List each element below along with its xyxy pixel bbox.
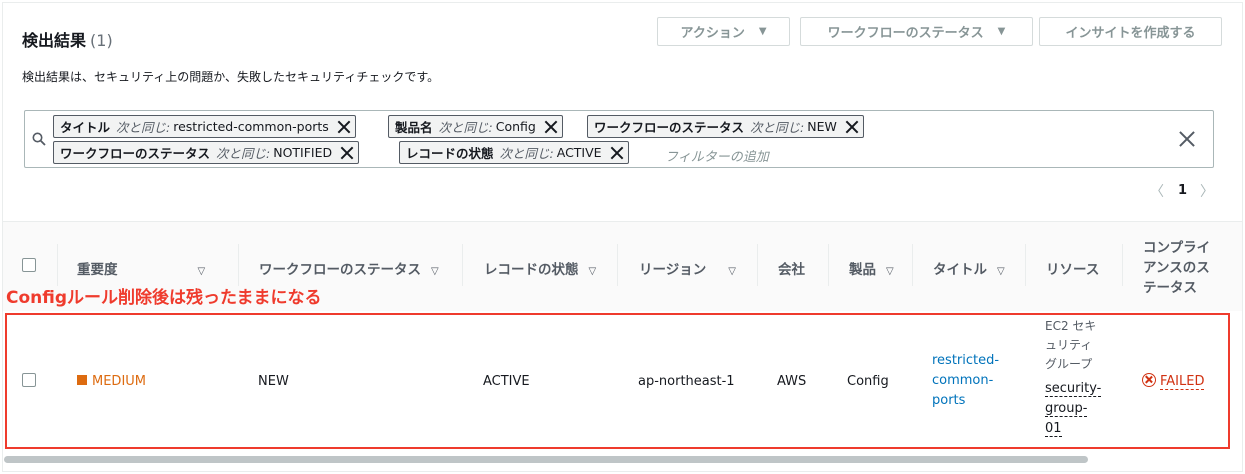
- filter-token-title: タイトル 次と同じ: restricted-common-ports: [53, 115, 356, 138]
- horizontal-scrollbar[interactable]: [4, 456, 1088, 463]
- filter-token-workflow-new: ワークフローのステータス 次と同じ: NEW: [587, 115, 864, 138]
- severity-label: MEDIUM: [77, 374, 146, 389]
- resource-id[interactable]: security- group- 01: [1045, 379, 1102, 439]
- sort-icon[interactable]: ▽: [431, 266, 439, 277]
- annotation-callout: Configルール削除後は残ったままになる: [6, 288, 322, 308]
- actions-button[interactable]: アクション ▼: [657, 17, 790, 46]
- resource-cell: EC2 セキ ュリティ グループ security- group- 01: [1045, 317, 1102, 439]
- sort-icon[interactable]: ▽: [886, 266, 894, 277]
- failed-icon: [1142, 373, 1156, 387]
- title-link[interactable]: restricted-common-ports: [932, 351, 999, 411]
- filter-token-workflow-notified: ワークフローのステータス 次と同じ: NOTIFIED: [53, 141, 360, 164]
- caret-down-icon: ▼: [997, 26, 1006, 37]
- remove-filter-icon[interactable]: [610, 146, 624, 160]
- column-header-record-state[interactable]: レコードの状態 ▽: [484, 258, 596, 278]
- page-title: 検出結果 (1): [22, 31, 113, 50]
- column-header-company[interactable]: 会社: [778, 258, 805, 278]
- column-header-workflow[interactable]: ワークフローのステータス ▽: [259, 258, 439, 278]
- remove-filter-icon[interactable]: [340, 146, 354, 160]
- filter-token-record-state: レコードの状態 次と同じ: ACTIVE: [399, 141, 629, 164]
- row-checkbox[interactable]: [22, 373, 36, 387]
- sort-icon[interactable]: ▽: [198, 266, 206, 277]
- column-header-product[interactable]: 製品 ▽: [849, 258, 894, 278]
- page-description: 検出結果は、セキュリティ上の問題か、失敗したセキュリティチェックです。: [22, 70, 440, 84]
- compliance-status: FAILED: [1142, 373, 1205, 390]
- column-header-resource[interactable]: リソース: [1046, 258, 1099, 278]
- filter-token-product: 製品名 次と同じ: Config: [388, 115, 563, 138]
- column-header-severity[interactable]: 重要度 ▽: [77, 258, 205, 278]
- filter-bar[interactable]: タイトル 次と同じ: restricted-common-ports 製品名 次と同じ…: [24, 110, 1214, 168]
- column-header-title[interactable]: タイトル ▽: [933, 258, 1005, 278]
- caret-down-icon: ▼: [758, 26, 767, 37]
- sort-icon[interactable]: ▽: [997, 266, 1005, 277]
- remove-filter-icon[interactable]: [337, 120, 351, 134]
- sort-icon[interactable]: ▽: [589, 266, 597, 277]
- product-cell: Config: [847, 374, 889, 389]
- findings-count: (1): [90, 31, 113, 50]
- search-icon: [32, 132, 46, 146]
- create-insight-button[interactable]: インサイトを作成する: [1039, 17, 1222, 46]
- clear-filters-icon[interactable]: [1179, 131, 1195, 147]
- record-state-cell: ACTIVE: [483, 374, 530, 389]
- region-cell: ap-northeast-1: [638, 374, 735, 389]
- add-filter-placeholder[interactable]: フィルターの追加: [665, 146, 769, 165]
- remove-filter-icon[interactable]: [544, 120, 558, 134]
- chevron-left-icon[interactable]: 〈: [1150, 181, 1164, 201]
- chevron-right-icon[interactable]: 〉: [1200, 181, 1214, 201]
- column-header-region[interactable]: リージョン ▽: [639, 258, 736, 278]
- column-header-compliance[interactable]: コンプライ アンスのス テータス: [1143, 238, 1210, 298]
- workflow-status-cell: NEW: [258, 374, 289, 389]
- workflow-status-button[interactable]: ワークフローのステータス ▼: [800, 17, 1033, 46]
- company-cell: AWS: [777, 374, 807, 389]
- sort-icon[interactable]: ▽: [728, 266, 736, 277]
- severity-square-icon: [77, 375, 87, 385]
- remove-filter-icon[interactable]: [845, 120, 859, 134]
- current-page[interactable]: 1: [1178, 183, 1187, 198]
- select-all-checkbox[interactable]: [22, 258, 36, 272]
